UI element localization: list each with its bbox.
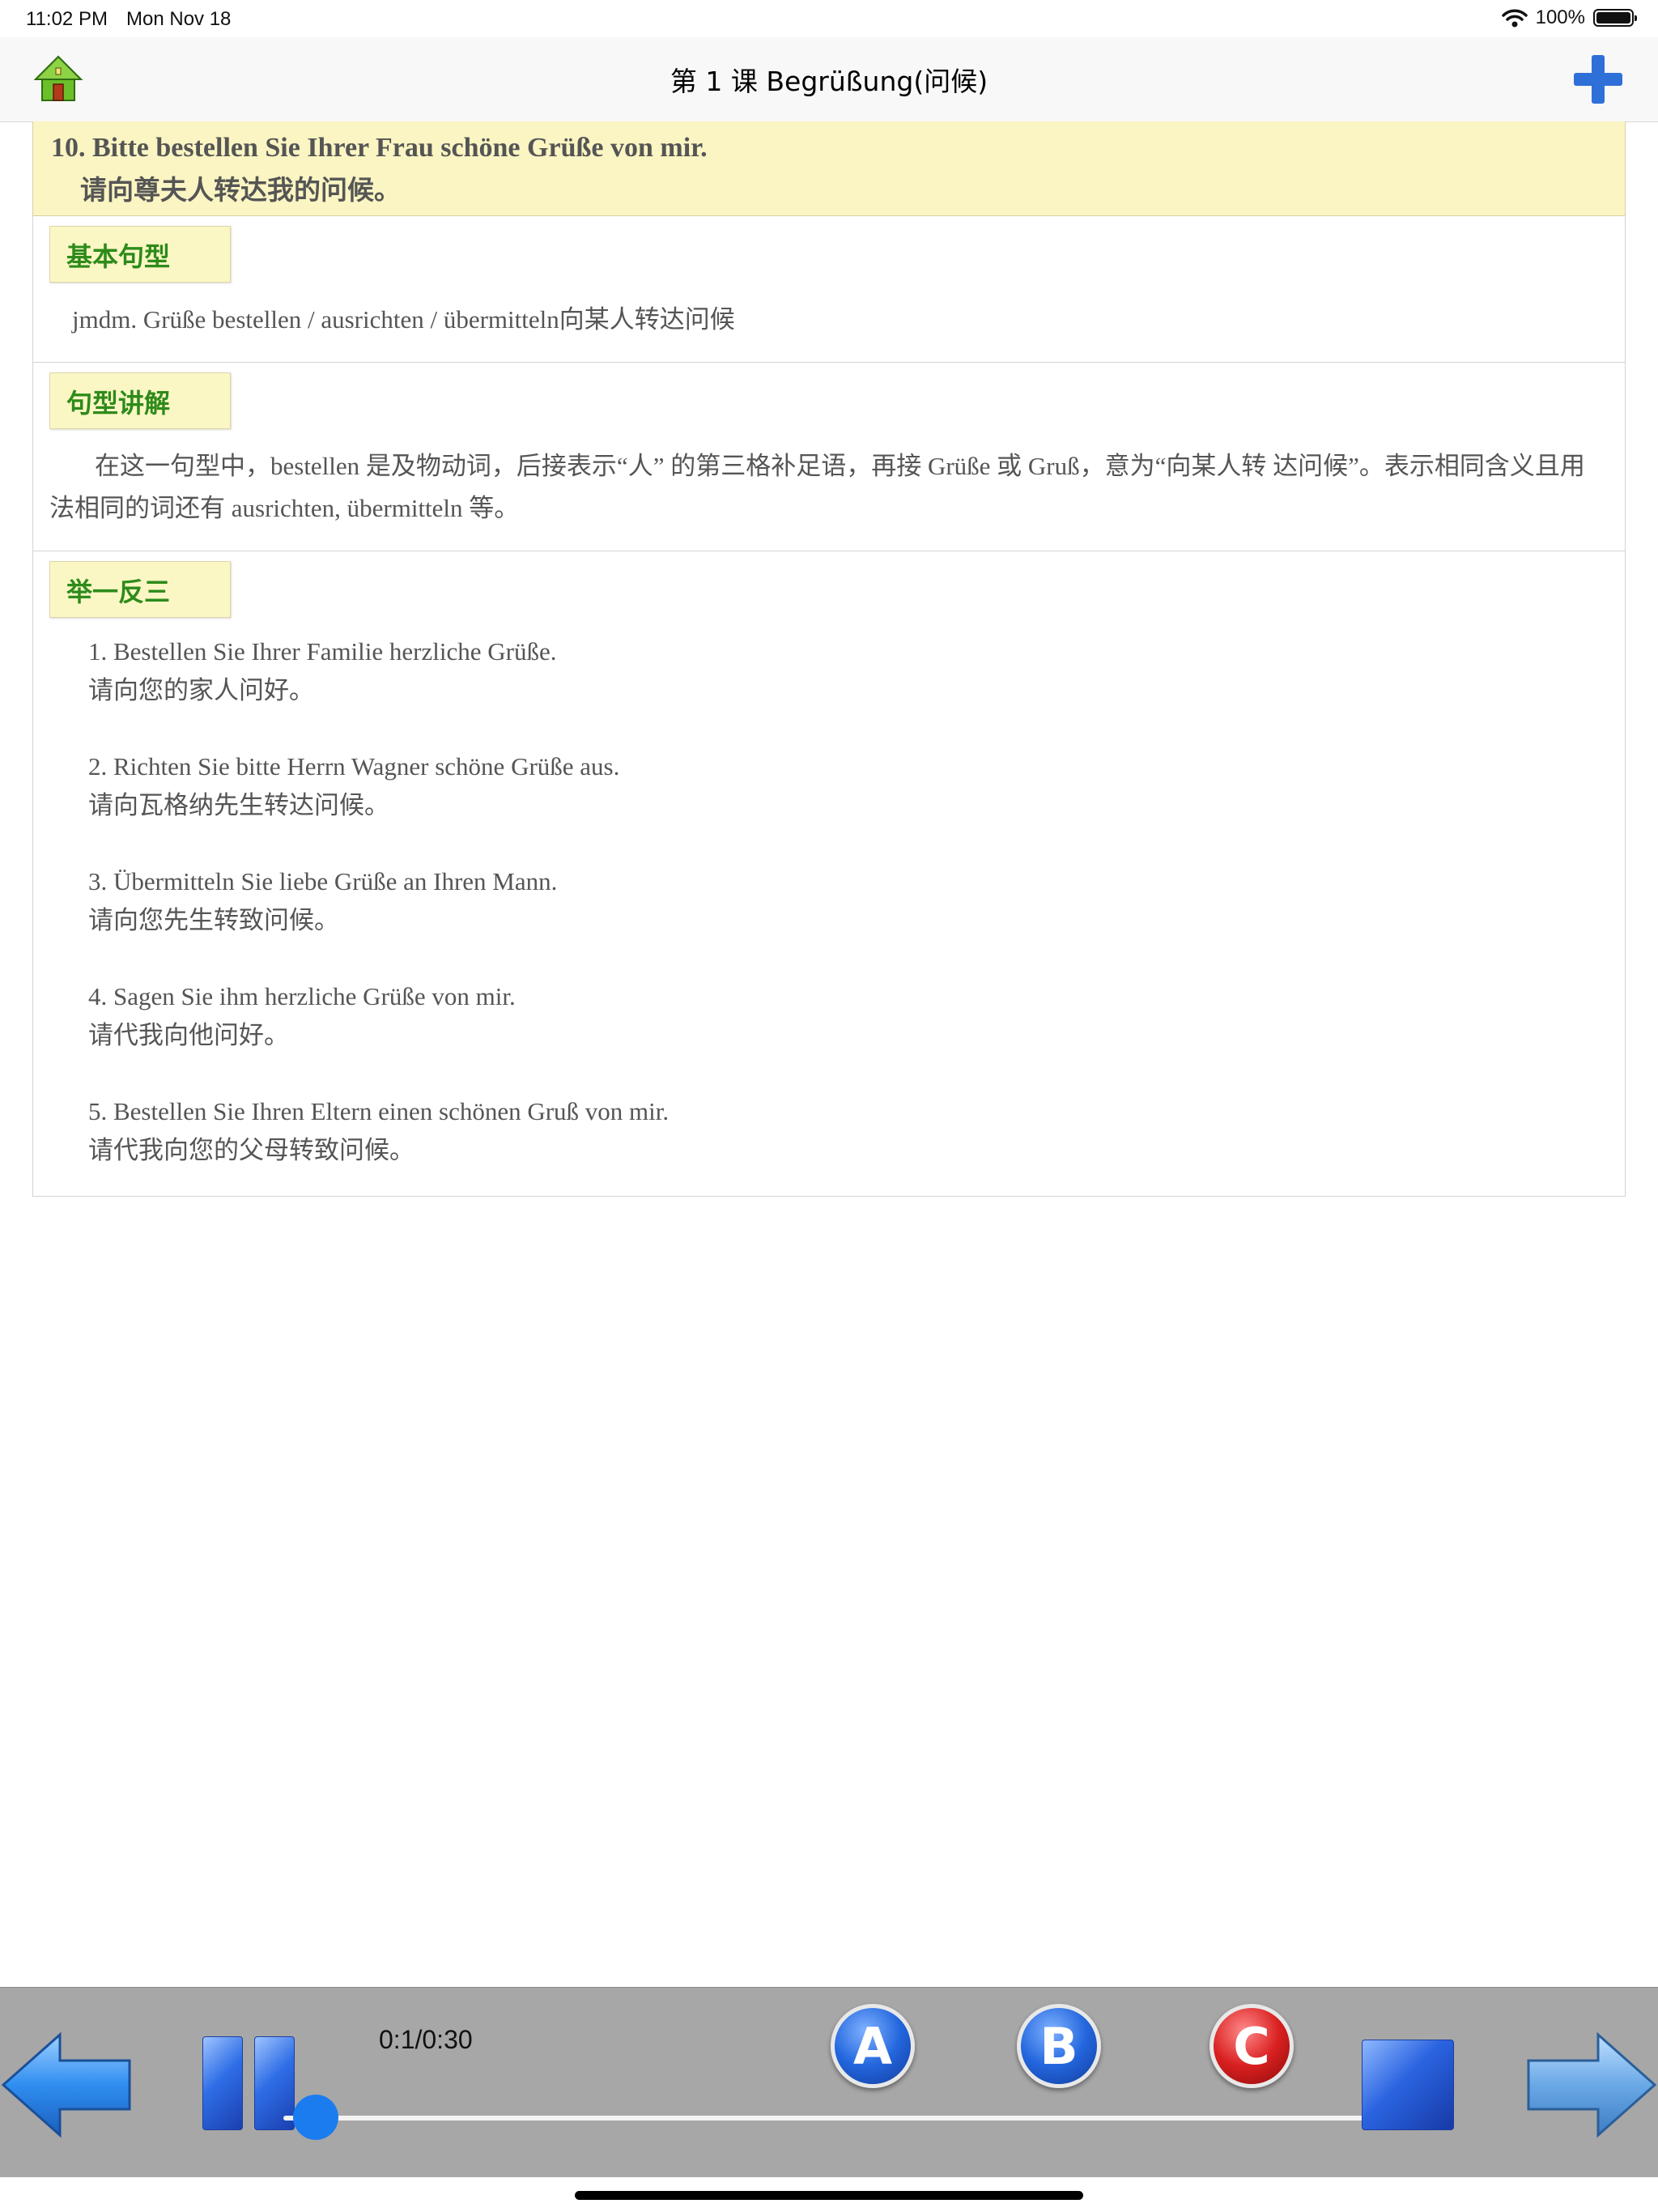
list-item: 4. Sagen Sie ihm herzliche Grüße von mir…: [88, 977, 1609, 1055]
example-german: 4. Sagen Sie ihm herzliche Grüße von mir…: [88, 982, 516, 1010]
list-item: 3. Übermitteln Sie liebe Grüße an Ihren …: [88, 862, 1609, 940]
pause-bar: [202, 2036, 243, 2130]
section-explanation: 句型讲解 在这一句型中，bestellen 是及物动词，后接表示“人” 的第三格…: [32, 363, 1626, 551]
option-b-button[interactable]: B: [1017, 2004, 1101, 2088]
previous-arrow-icon[interactable]: [0, 2028, 138, 2142]
example-german: 2. Richten Sie bitte Herrn Wagner schöne…: [88, 752, 620, 781]
section-tag-explanation: 句型讲解: [49, 372, 232, 429]
list-item: 1. Bestellen Sie Ihrer Familie herzliche…: [88, 632, 1609, 710]
navigation-bar: 第 1 课 Begrüßung(问候): [0, 37, 1658, 122]
example-chinese: 请向您先生转致问候。: [88, 906, 339, 934]
example-german: 3. Übermitteln Sie liebe Grüße an Ihren …: [88, 867, 558, 895]
sentence-chinese: 请向尊夫人转达我的问候。: [80, 174, 401, 206]
examples-list: 1. Bestellen Sie Ihrer Familie herzliche…: [49, 632, 1609, 1170]
next-arrow-icon[interactable]: [1520, 2028, 1658, 2142]
option-c-button[interactable]: C: [1209, 2004, 1294, 2088]
player-toolbar: 0:1/0:30 A B C: [0, 1987, 1658, 2177]
status-time: 11:02 PM: [26, 8, 108, 30]
example-german: 5. Bestellen Sie Ihren Eltern einen schö…: [88, 1097, 670, 1125]
option-a-button[interactable]: A: [831, 2004, 915, 2088]
example-german: 1. Bestellen Sie Ihrer Familie herzliche…: [88, 637, 557, 666]
example-chinese: 请向瓦格纳先生转达问候。: [88, 791, 389, 819]
sentence-header: 10. Bitte bestellen Sie Ihrer Frau schön…: [32, 121, 1626, 216]
list-item: 5. Bestellen Sie Ihren Eltern einen schö…: [88, 1092, 1609, 1170]
stop-button[interactable]: [1362, 2040, 1454, 2130]
status-right: 100%: [1501, 6, 1637, 29]
section-examples: 举一反三 1. Bestellen Sie Ihrer Familie herz…: [32, 551, 1626, 1197]
example-chinese: 请代我向他问好。: [88, 1021, 289, 1049]
playback-time: 0:1/0:30: [379, 2025, 473, 2054]
home-indicator[interactable]: [575, 2191, 1083, 2200]
section-basic-pattern: 基本句型 jmdm. Grüße bestellen / ausrichten …: [32, 216, 1626, 363]
explanation-text: 在这一句型中，bestellen 是及物动词，后接表示“人” 的第三格补足语，再…: [49, 452, 1585, 522]
sentence-german: 10. Bitte bestellen Sie Ihrer Frau schön…: [51, 133, 708, 163]
page-title: 第 1 课 Begrüßung(问候): [670, 66, 988, 97]
progress-slider[interactable]: [283, 2116, 1363, 2121]
section-tag-pattern: 基本句型: [49, 226, 232, 283]
battery-icon: [1593, 9, 1637, 27]
add-icon[interactable]: [1572, 53, 1624, 105]
status-date: Mon Nov 18: [126, 8, 232, 30]
example-chinese: 请代我向您的父母转致问候。: [88, 1136, 414, 1164]
section-tag-examples: 举一反三: [49, 561, 232, 618]
lesson-content: 10. Bitte bestellen Sie Ihrer Frau schön…: [32, 121, 1626, 1197]
slider-thumb[interactable]: [293, 2095, 339, 2140]
pattern-text: jmdm. Grüße bestellen / ausrichten / übe…: [72, 305, 735, 334]
list-item: 2. Richten Sie bitte Herrn Wagner schöne…: [88, 747, 1609, 825]
wifi-icon: [1501, 9, 1528, 28]
example-chinese: 请向您的家人问好。: [88, 676, 314, 704]
battery-percent: 100%: [1535, 6, 1585, 28]
status-bar: 11:02 PM Mon Nov 18 100%: [0, 0, 1658, 37]
